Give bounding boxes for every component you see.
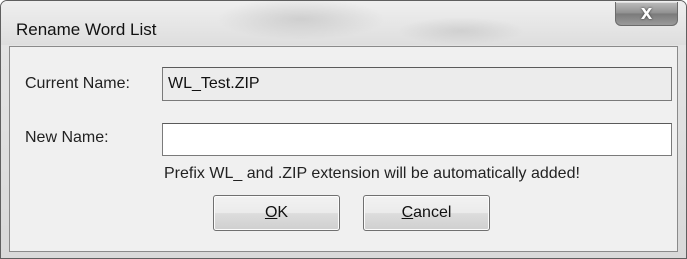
ok-accelerator: O xyxy=(264,204,278,221)
dialog-body: Current Name: WL_Test.ZIP New Name: Pref… xyxy=(9,46,678,252)
current-name-value: WL_Test.ZIP xyxy=(168,75,260,92)
ok-button[interactable]: OK xyxy=(213,195,340,231)
ok-label-rest: K xyxy=(277,204,289,221)
title-bar[interactable]: Rename Word List X xyxy=(1,1,686,45)
cancel-button[interactable]: Cancel xyxy=(363,195,490,231)
close-icon: X xyxy=(640,4,653,23)
current-name-field: WL_Test.ZIP xyxy=(162,67,672,101)
cancel-label-rest: ancel xyxy=(413,204,452,221)
rename-word-list-dialog: Rename Word List X Current Name: WL_Test… xyxy=(0,0,687,259)
new-name-label: New Name: xyxy=(25,129,109,146)
current-name-label: Current Name: xyxy=(25,75,130,92)
cancel-accelerator: C xyxy=(401,204,414,221)
close-button[interactable]: X xyxy=(615,2,678,26)
dialog-title: Rename Word List xyxy=(16,20,157,39)
extension-hint: Prefix WL_ and .ZIP extension will be au… xyxy=(164,165,580,182)
new-name-input[interactable] xyxy=(162,123,672,156)
